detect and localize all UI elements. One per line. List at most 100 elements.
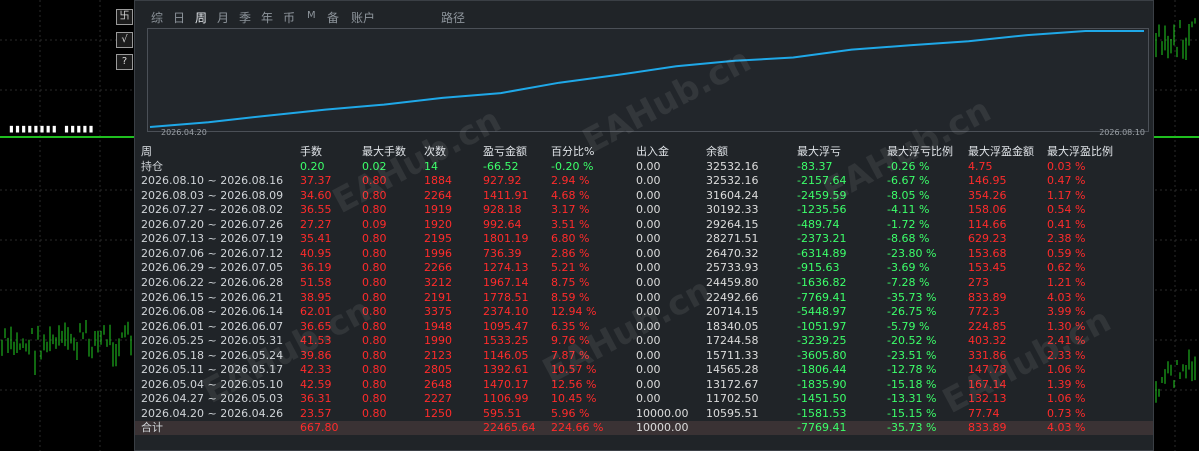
table-cell: 667.80 (300, 421, 339, 435)
table-row[interactable]: 2026.06.01 ~ 2026.06.07 36.65 0.80 1948 1095… (135, 320, 1153, 334)
table-cell: 77.74 (968, 406, 1000, 420)
table-row[interactable]: 2026.05.11 ~ 2026.05.17 42.33 0.80 2805 1392… (135, 363, 1153, 377)
column-header[interactable]: 余额 (706, 145, 728, 159)
table-cell: 3375 (424, 305, 452, 319)
tab-week[interactable]: 周 (195, 9, 207, 26)
table-cell: 0.41 % (1047, 217, 1086, 231)
column-header[interactable]: 出入金 (636, 145, 669, 159)
table-cell: 1990 (424, 334, 452, 348)
table-cell: 1250 (424, 406, 452, 420)
table-cell: -8.05 % (887, 188, 930, 202)
tab-year[interactable]: 年 (261, 9, 273, 26)
table-row[interactable]: 2026.06.29 ~ 2026.07.05 36.19 0.80 2266 1274… (135, 261, 1153, 275)
column-header[interactable]: 次数 (424, 145, 446, 159)
table-cell: 14 (424, 159, 438, 173)
table-cell: 35.41 (300, 232, 332, 246)
tab-path[interactable]: 路径 (441, 9, 465, 26)
table-cell: 22492.66 (706, 290, 759, 304)
tab-day[interactable]: 日 (173, 9, 185, 26)
tab-m[interactable]: M (307, 10, 316, 21)
table-cell: 2026.05.04 ~ 2026.05.10 (141, 377, 284, 391)
table-header: 周 手数 最大手数 次数 盈亏金额 百分比% 出入金 余额 最大浮亏 最大浮亏比例 最大浮盈金额 最大… (135, 145, 1153, 159)
table-cell: 持仓 (141, 159, 163, 173)
chart-option-button-1[interactable]: 卐 (116, 9, 133, 25)
table-row[interactable]: 2026.06.08 ~ 2026.06.14 62.01 0.80 3375 2374… (135, 305, 1153, 319)
table-row[interactable]: 2026.05.25 ~ 2026.05.31 41.53 0.80 1990 1533… (135, 334, 1153, 348)
table-cell: 0.80 (362, 188, 387, 202)
column-header[interactable]: 手数 (300, 145, 322, 159)
table-cell: 3.17 % (551, 203, 590, 217)
table-row[interactable]: 2026.07.20 ~ 2026.07.26 27.27 0.09 1920 992.… (135, 218, 1153, 232)
table-row[interactable]: 2026.08.10 ~ 2026.08.16 37.37 0.80 1884 927.… (135, 174, 1153, 188)
table-cell: 2.41 % (1047, 334, 1086, 348)
total-row[interactable]: 合计 667.80 22465.64 224.66 % 10000.00 -7769.41… (135, 421, 1153, 436)
table-row[interactable]: 2026.04.20 ~ 2026.04.26 23.57 0.80 1250 595.… (135, 407, 1153, 421)
table-cell: -8.68 % (887, 232, 930, 246)
table-cell: 1.30 % (1047, 319, 1086, 333)
table-cell: 2.94 % (551, 174, 590, 188)
table-cell: 1801.19 (483, 232, 529, 246)
column-header[interactable]: 最大浮亏比例 (887, 145, 953, 159)
column-header[interactable]: 百分比% (551, 145, 594, 159)
table-cell: 0.80 (362, 305, 387, 319)
table-cell: -1806.44 (797, 363, 847, 377)
table-cell: 5.96 % (551, 406, 590, 420)
table-cell: 0.62 % (1047, 261, 1086, 275)
position-row[interactable]: 持仓 0.20 0.02 14 -66.52 -0.20 % 0.00 32532.16 -83… (135, 160, 1153, 174)
table-cell: 0.00 (636, 290, 661, 304)
column-header[interactable]: 盈亏金额 (483, 145, 527, 159)
table-cell: 5.21 % (551, 261, 590, 275)
table-row[interactable]: 2026.04.27 ~ 2026.05.03 36.31 0.80 2227 1106… (135, 392, 1153, 406)
table-cell: -2459.59 (797, 188, 847, 202)
table-cell: 1533.25 (483, 334, 529, 348)
table-cell: 0.80 (362, 334, 387, 348)
table-cell: 29264.15 (706, 217, 759, 231)
table-row[interactable]: 2026.08.03 ~ 2026.08.09 34.60 0.80 2264 1411… (135, 189, 1153, 203)
column-header[interactable]: 周 (141, 145, 152, 159)
table-cell: 0.80 (362, 406, 387, 420)
help-button[interactable]: ? (116, 54, 133, 70)
column-header[interactable]: 最大浮亏 (797, 145, 841, 159)
table-cell: 2026.05.18 ~ 2026.05.24 (141, 348, 284, 362)
chart-check-button[interactable]: √ (116, 32, 133, 48)
table-cell: 2026.06.15 ~ 2026.06.21 (141, 290, 284, 304)
column-header[interactable]: 最大浮盈金额 (968, 145, 1034, 159)
table-cell: 736.39 (483, 246, 522, 260)
table-row[interactable]: 2026.07.13 ~ 2026.07.19 35.41 0.80 2195 1801… (135, 232, 1153, 246)
table-cell: 354.26 (968, 188, 1007, 202)
table-cell: 1411.91 (483, 188, 529, 202)
table-cell: 1.06 % (1047, 392, 1086, 406)
tab-account[interactable]: 账户 (351, 9, 375, 26)
table-row[interactable]: 2026.05.04 ~ 2026.05.10 42.59 0.80 2648 1470… (135, 378, 1153, 392)
table-cell: 0.80 (362, 275, 387, 289)
table-cell: 11702.50 (706, 392, 759, 406)
column-header[interactable]: 最大手数 (362, 145, 406, 159)
table-cell: 0.47 % (1047, 174, 1086, 188)
table-row[interactable]: 2026.06.15 ~ 2026.06.21 38.95 0.80 2191 1778… (135, 291, 1153, 305)
table-cell: 0.00 (636, 159, 661, 173)
table-cell: -1.72 % (887, 217, 930, 231)
table-cell: 2026.07.06 ~ 2026.07.12 (141, 246, 284, 260)
tab-quarter[interactable]: 季 (239, 9, 251, 26)
table-row[interactable]: 2026.06.22 ~ 2026.06.28 51.58 0.80 3212 1967… (135, 276, 1153, 290)
table-cell: -4.11 % (887, 203, 930, 217)
table-cell: 1274.13 (483, 261, 529, 275)
table-cell: 927.92 (483, 174, 522, 188)
table-cell: 34.60 (300, 188, 332, 202)
table-row[interactable]: 2026.07.27 ~ 2026.08.02 36.55 0.80 1919 928.… (135, 203, 1153, 217)
table-row[interactable]: 2026.05.18 ~ 2026.05.24 39.86 0.80 2123 1146… (135, 349, 1153, 363)
balance-curve-svg (149, 30, 1144, 128)
table-cell: -3239.25 (797, 334, 847, 348)
tab-note[interactable]: 备 (327, 9, 339, 26)
table-cell: -1636.82 (797, 275, 847, 289)
table-cell: 24459.80 (706, 275, 759, 289)
table-cell: 772.3 (968, 305, 1000, 319)
column-header[interactable]: 最大浮盈比例 (1047, 145, 1113, 159)
table-cell: 1146.05 (483, 348, 529, 362)
tab-currency[interactable]: 币 (283, 9, 295, 26)
table-row[interactable]: 2026.07.06 ~ 2026.07.12 40.95 0.80 1996 736.… (135, 247, 1153, 261)
tab-overview[interactable]: 综 (151, 9, 163, 26)
table-cell: 0.80 (362, 246, 387, 260)
tab-month[interactable]: 月 (217, 9, 229, 26)
table-cell: -0.26 % (887, 159, 930, 173)
